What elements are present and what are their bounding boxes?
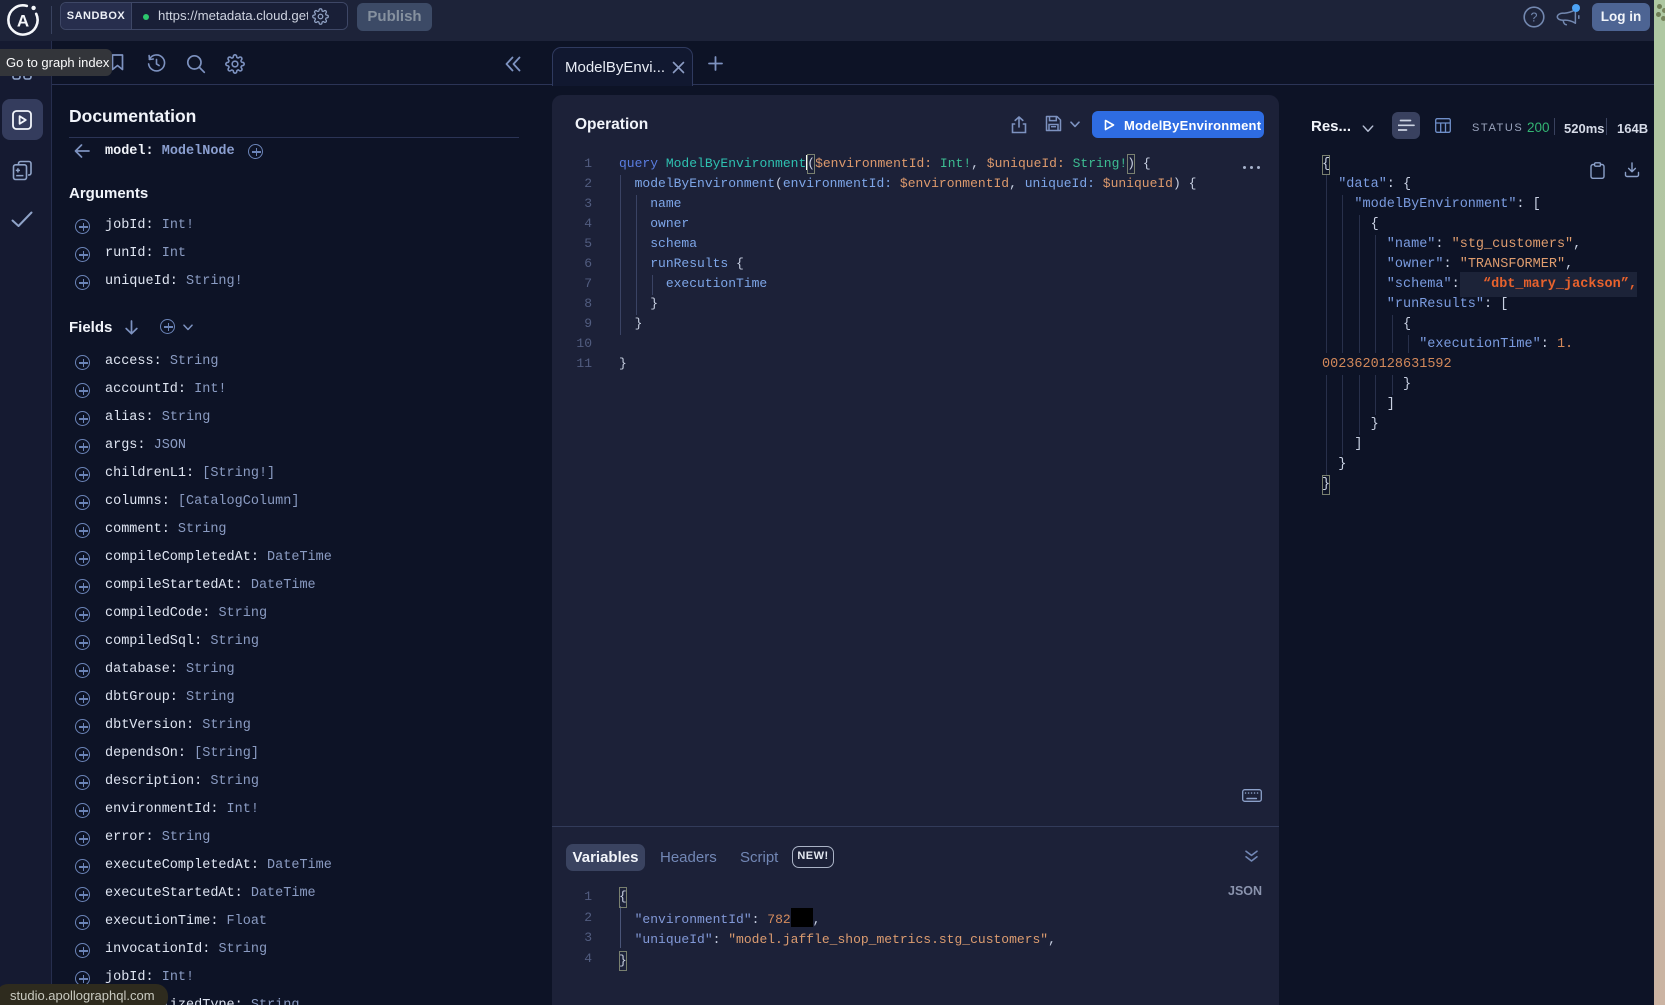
svg-text:A: A xyxy=(17,12,29,31)
svg-text:?: ? xyxy=(1531,11,1538,25)
